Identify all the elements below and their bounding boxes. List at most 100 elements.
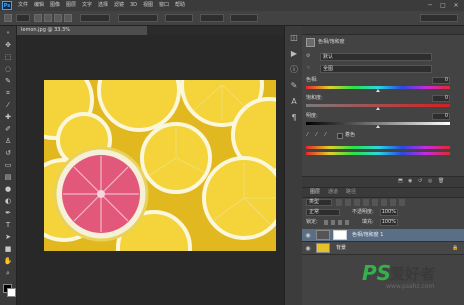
colorize-checkbox[interactable]	[337, 133, 343, 139]
subtract-selection-icon[interactable]	[54, 14, 62, 22]
tab-channels[interactable]: 通道	[328, 189, 338, 196]
menu-edit[interactable]: 编辑	[34, 1, 44, 10]
history-panel-icon[interactable]: ◫	[288, 32, 300, 44]
adjustment-icon	[306, 38, 315, 47]
move-tool-icon[interactable]: ✥	[3, 40, 13, 50]
blur-tool-icon[interactable]: ●	[3, 184, 13, 194]
eyedropper-tool-icon[interactable]: ⁄	[3, 100, 13, 110]
brush-panel-icon[interactable]: ✎	[288, 80, 300, 92]
panel-icon-strip: ◫ ▶ ⓘ ✎ A ¶	[284, 26, 304, 305]
preset-select[interactable]: 默认	[320, 53, 432, 61]
tab-layers[interactable]: 图层	[310, 189, 320, 196]
option-field-a[interactable]	[80, 14, 110, 22]
menu-filter[interactable]: 滤镜	[114, 1, 124, 10]
lightness-label: 明度:	[306, 113, 318, 119]
info-panel-icon[interactable]: ⓘ	[288, 64, 300, 76]
menu-3d[interactable]: 3D	[130, 1, 137, 10]
menu-window[interactable]: 窗口	[159, 1, 169, 10]
maximize-button[interactable]: □	[437, 1, 449, 10]
tab-paths[interactable]: 路径	[346, 189, 356, 196]
menu-image[interactable]: 图像	[50, 1, 60, 10]
menu-type[interactable]: 文字	[82, 1, 92, 10]
lemon-illustration	[44, 80, 276, 251]
zoom-tool-icon[interactable]: ⌕	[3, 268, 13, 278]
option-field-d[interactable]	[200, 14, 224, 22]
menu-help[interactable]: 帮助	[175, 1, 185, 10]
toolbar-collapse-icon[interactable]: »	[3, 28, 13, 38]
eraser-tool-icon[interactable]: ▭	[3, 160, 13, 170]
actions-panel-icon[interactable]: ▶	[288, 48, 300, 60]
menu-view[interactable]: 视图	[143, 1, 153, 10]
delete-adjustment-icon[interactable]: 🗑	[438, 178, 444, 185]
history-brush-tool-icon[interactable]: ↺	[3, 148, 13, 158]
stamp-tool-icon[interactable]: ♙	[3, 136, 13, 146]
option-field-e[interactable]	[230, 14, 258, 22]
eyedropper-plus-icon[interactable]: ⁄	[316, 132, 317, 139]
path-select-tool-icon[interactable]: ➤	[3, 232, 13, 242]
dodge-tool-icon[interactable]: ◐	[3, 196, 13, 206]
clip-to-layer-icon[interactable]: ⬒	[398, 178, 403, 185]
saturation-field[interactable]: 0	[432, 95, 450, 102]
hue-range-bar-bottom	[306, 152, 450, 155]
visibility-toggle-icon[interactable]: ◎	[428, 178, 432, 185]
shape-tool-icon[interactable]: ■	[3, 244, 13, 254]
layer-name[interactable]: 背景	[336, 243, 346, 254]
layer-mask-thumbnail[interactable]	[333, 230, 347, 240]
character-panel-icon[interactable]: A	[288, 96, 300, 108]
menu-select[interactable]: 选择	[98, 1, 108, 10]
option-field-b[interactable]	[118, 14, 158, 22]
layer-row[interactable]: ◉ 色相/饱和度 1	[302, 229, 464, 242]
eye-icon[interactable]: ◉	[304, 243, 312, 254]
document-tab[interactable]: lemon.jpg @ 33.3%	[17, 26, 147, 35]
view-previous-icon[interactable]: ◉	[408, 178, 412, 185]
minimize-button[interactable]: ─	[424, 1, 436, 10]
hue-slider-thumb[interactable]	[376, 89, 380, 92]
colorize-label: 着色	[345, 132, 356, 138]
healing-tool-icon[interactable]: ✚	[3, 112, 13, 122]
pen-tool-icon[interactable]: ✒	[3, 208, 13, 218]
lightness-field[interactable]: 0	[432, 113, 450, 120]
lightness-slider-thumb[interactable]	[376, 125, 380, 128]
hand-tool-icon[interactable]: ✋	[3, 256, 13, 266]
tool-option-1[interactable]	[16, 14, 30, 22]
type-tool-icon[interactable]: T	[3, 220, 13, 230]
fill-field[interactable]: 100%	[380, 219, 398, 226]
close-button[interactable]: ✕	[450, 1, 462, 10]
target-hand-icon[interactable]: ☜	[306, 65, 310, 72]
intersect-selection-icon[interactable]	[64, 14, 72, 22]
option-field-c[interactable]	[165, 14, 193, 22]
layer-filter-select[interactable]: 类型	[306, 199, 332, 206]
hue-label: 色相:	[306, 77, 318, 83]
eyedropper-minus-icon[interactable]: ⁄	[325, 132, 326, 139]
layer-name[interactable]: 色相/饱和度 1	[352, 230, 383, 241]
new-selection-icon[interactable]	[34, 14, 42, 22]
brush-tool-icon[interactable]: ✐	[3, 124, 13, 134]
layer-thumbnail	[316, 243, 330, 253]
add-selection-icon[interactable]	[44, 14, 52, 22]
quick-select-tool-icon[interactable]: ✎	[3, 76, 13, 86]
channel-value: 全图	[323, 66, 334, 72]
eyedropper-icon[interactable]: ⁄	[307, 132, 308, 139]
paragraph-panel-icon[interactable]: ¶	[288, 112, 300, 124]
eye-icon[interactable]: ◉	[304, 230, 312, 241]
lock-icons[interactable]	[324, 220, 352, 225]
lemon-photo	[44, 80, 276, 251]
workspace-select[interactable]	[420, 14, 458, 22]
crop-tool-icon[interactable]: ⌗	[3, 88, 13, 98]
watermark-url: www.psahz.com	[386, 283, 435, 290]
gradient-tool-icon[interactable]: ▤	[3, 172, 13, 182]
lasso-tool-icon[interactable]: ◌	[3, 64, 13, 74]
menu-file[interactable]: 文件	[18, 1, 28, 10]
background-color-swatch[interactable]	[7, 288, 16, 297]
hue-field[interactable]: 0	[432, 77, 450, 84]
marquee-tool-icon[interactable]: ⬚	[3, 52, 13, 62]
saturation-slider-thumb[interactable]	[376, 107, 380, 110]
opacity-field[interactable]: 100%	[380, 209, 398, 216]
blend-mode-select[interactable]: 正常	[306, 209, 340, 216]
tool-preset-icon[interactable]	[4, 14, 12, 22]
reset-icon[interactable]: ↺	[418, 178, 422, 185]
layer-row[interactable]: ◉ 背景 🔒	[302, 242, 464, 255]
channel-select[interactable]: 全图	[320, 65, 432, 73]
menu-layer[interactable]: 图层	[66, 1, 76, 10]
layer-filter-icons[interactable]	[336, 199, 406, 206]
